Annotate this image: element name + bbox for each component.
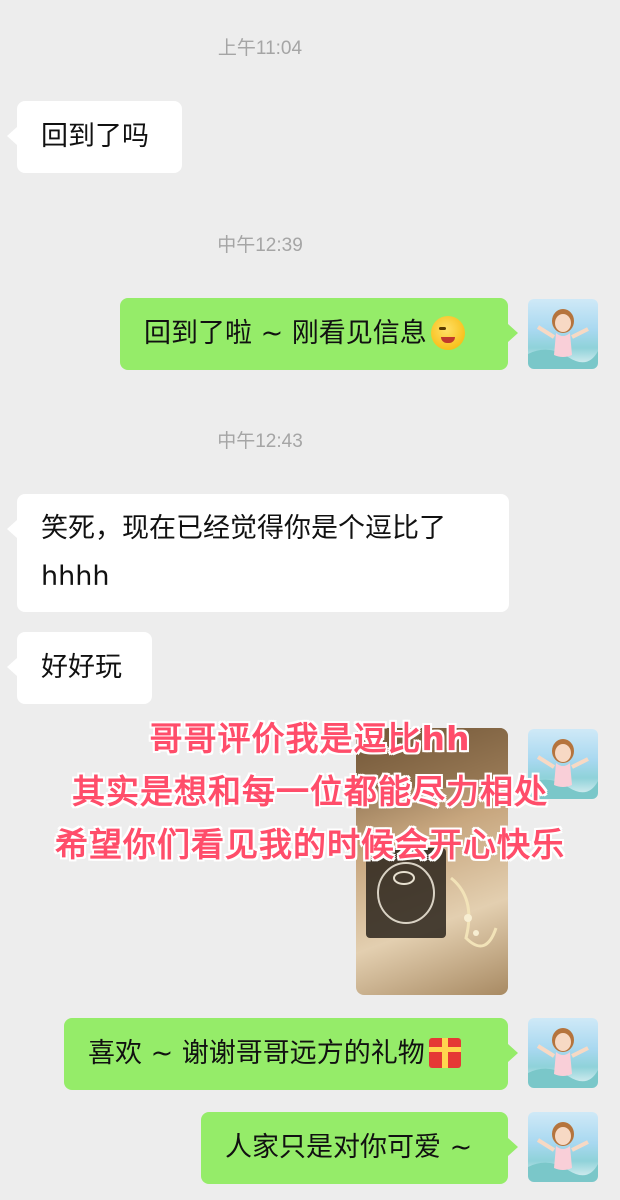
received-message-bubble[interactable]: 好好玩 bbox=[7, 632, 152, 704]
message-text: 人家只是对你可爱 ~ bbox=[225, 1132, 473, 1163]
overlay-caption-line: 希望你们看见我的时候会开心快乐 bbox=[55, 825, 565, 864]
sent-message-bubble[interactable]: 喜欢 ~ 谢谢哥哥远方的礼物 bbox=[64, 1018, 518, 1090]
received-message-bubble[interactable]: 笑死，现在已经觉得你是个逗比了 hhhh bbox=[7, 494, 509, 612]
message-text: 回到了吗 bbox=[41, 121, 149, 152]
winking-face-emoji-icon bbox=[430, 315, 465, 350]
message-text: 喜欢 ~ 谢谢哥哥远方的礼物 bbox=[88, 1038, 425, 1069]
message-text: hhhh bbox=[41, 561, 110, 592]
user-avatar[interactable] bbox=[528, 1018, 598, 1088]
message-text: 笑死，现在已经觉得你是个逗比了 bbox=[41, 513, 446, 544]
message-text: 回到了啦 ~ 刚看见信息 bbox=[144, 318, 427, 349]
user-avatar[interactable] bbox=[528, 299, 598, 369]
sent-message-bubble[interactable]: 回到了啦 ~ 刚看见信息 bbox=[120, 298, 518, 370]
overlay-caption-line: 哥哥评价我是逗比hh bbox=[149, 719, 471, 758]
user-avatar[interactable] bbox=[528, 1112, 598, 1182]
received-message-bubble[interactable]: 回到了吗 bbox=[7, 101, 182, 173]
sent-message-bubble[interactable]: 人家只是对你可爱 ~ bbox=[201, 1112, 518, 1184]
message-text: 好好玩 bbox=[41, 652, 122, 683]
overlay-caption-line: 其实是想和每一位都能尽力相处 bbox=[72, 772, 548, 811]
timestamp: 中午12:43 bbox=[217, 431, 303, 452]
timestamp: 上午11:04 bbox=[217, 38, 303, 59]
timestamp: 中午12:39 bbox=[217, 235, 303, 256]
gift-emoji-icon bbox=[428, 1037, 461, 1068]
